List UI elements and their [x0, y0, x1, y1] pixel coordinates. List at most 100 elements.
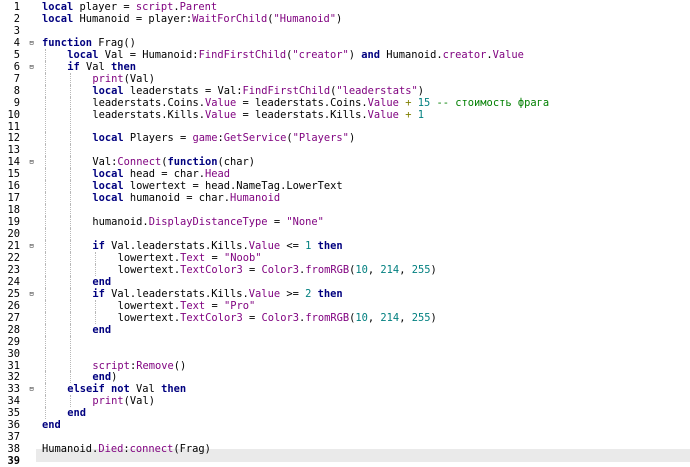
code-token: "Players": [292, 132, 349, 145]
code-token: "Humanoid": [273, 12, 337, 25]
fold-toggle-icon[interactable]: ⊟: [28, 240, 35, 252]
code-token: local: [92, 84, 124, 97]
line-number: 28: [7, 323, 20, 336]
code-token: then: [110, 60, 137, 73]
code-token: end: [92, 371, 112, 384]
code-line[interactable]: humanoid.DisplayDistanceType = "None": [36, 216, 690, 228]
code-line[interactable]: print(Val): [36, 73, 690, 85]
line-number: 10: [7, 108, 20, 121]
code-line[interactable]: local lowertext = head.NameTag.LowerText: [36, 180, 690, 192]
code-line[interactable]: local leaderstats = Val:FindFirstChild("…: [36, 85, 690, 97]
code-line[interactable]: if Val then: [36, 61, 690, 73]
indent-guide: [45, 240, 46, 252]
code-token: Head: [205, 168, 231, 181]
code-token: Value: [492, 48, 524, 61]
code-line[interactable]: local Humanoid = player:WaitForChild("Hu…: [36, 13, 690, 25]
code-line[interactable]: [36, 336, 690, 348]
code-line[interactable]: if Val.leaderstats.Kills.Value <= 1 then: [36, 240, 690, 252]
indent-guide: [45, 275, 46, 288]
code-line[interactable]: local humanoid = char.Humanoid: [36, 192, 690, 204]
code-line[interactable]: local Players = game:GetService("Players…: [36, 132, 690, 144]
code-line[interactable]: end: [36, 407, 690, 419]
code-token: Val.leaderstats.Kills.: [104, 240, 249, 252]
code-line[interactable]: [36, 25, 690, 37]
code-line[interactable]: elseif not Val then: [36, 383, 690, 395]
code-token: lowertext.: [117, 311, 181, 324]
code-text-area[interactable]: local player = script.Parent local Humano…: [36, 0, 690, 464]
code-token: ): [417, 84, 424, 97]
indent-guide: [70, 311, 72, 324]
code-token: leaderstats.Kills.: [92, 108, 205, 121]
code-line[interactable]: [36, 204, 690, 216]
indent-guide: [45, 359, 46, 372]
code-line[interactable]: function Frag(): [36, 37, 690, 49]
fold-toggle-icon[interactable]: ⊟: [28, 61, 35, 73]
code-line[interactable]: print(Val): [36, 395, 690, 407]
code-token: Humanoid.: [380, 48, 443, 61]
code-line[interactable]: [36, 144, 690, 156]
indent-guide: [70, 72, 72, 85]
indent-guide: [45, 60, 46, 73]
code-token: then: [317, 287, 343, 300]
fold-toggle-icon[interactable]: ⊟: [28, 37, 35, 49]
code-token: (Frag): [173, 443, 211, 456]
code-line[interactable]: end: [36, 324, 690, 336]
line-number: 30: [7, 347, 20, 360]
code-line[interactable]: end: [36, 276, 690, 288]
code-token: ): [336, 12, 343, 25]
indent-guide: [70, 144, 72, 157]
indent-guide: [70, 371, 72, 384]
code-token: TextColor3: [180, 263, 243, 276]
code-line[interactable]: [36, 431, 690, 443]
indent-guide: [45, 216, 46, 229]
code-line[interactable]: Humanoid.Died:connect(Frag): [36, 443, 690, 455]
line-number: 12: [7, 132, 20, 145]
code-token: 255: [411, 263, 431, 276]
indent-guide: [95, 299, 97, 312]
code-line[interactable]: local head = char.Head: [36, 168, 690, 180]
code-line[interactable]: lowertext.TextColor3 = Color3.fromRGB(10…: [36, 264, 690, 276]
code-line[interactable]: local Val = Humanoid:FindFirstChild("cre…: [36, 49, 690, 61]
code-line[interactable]: lowertext.Text = "Noob": [36, 252, 690, 264]
code-line[interactable]: [36, 228, 690, 240]
code-token: Text: [180, 251, 206, 264]
code-token: local: [67, 48, 99, 61]
code-token: Val = Humanoid:: [98, 48, 199, 61]
indent-guide: [45, 48, 46, 61]
code-editor[interactable]: 1 2 3 4 ⊟ 5 6 ⊟ 7 8 9 10 11 12 13 14 ⊟ 15 16 17 18 19 20 21 ⊟ 22 2…: [0, 0, 690, 467]
indent-guide: [45, 371, 46, 384]
code-token: ): [111, 371, 118, 384]
fold-toggle-icon[interactable]: ⊟: [28, 288, 35, 300]
code-line[interactable]: lowertext.Text = "Pro": [36, 300, 690, 312]
code-line[interactable]: Val:Connect(function(char): [36, 156, 690, 168]
line-number: 17: [7, 192, 20, 205]
code-token: 255: [411, 311, 431, 324]
line-number: 36: [7, 419, 20, 432]
indent-guide: [70, 96, 72, 109]
indent-guide: [70, 204, 72, 217]
code-token: head = char.: [123, 168, 205, 181]
code-line[interactable]: leaderstats.Coins.Value = leaderstats.Co…: [36, 97, 690, 109]
indent-guide: [70, 84, 72, 97]
code-token: lowertext.: [117, 251, 181, 264]
code-token: TextColor3: [180, 311, 243, 324]
line-number: 34: [7, 395, 20, 408]
code-token: connect: [129, 443, 174, 456]
code-line[interactable]: local player = script.Parent: [36, 1, 690, 13]
code-line[interactable]: [36, 455, 690, 467]
fold-toggle-icon[interactable]: ⊟: [28, 156, 35, 168]
code-line[interactable]: [36, 348, 690, 360]
indent-guide: [70, 120, 72, 133]
code-line[interactable]: [36, 121, 690, 133]
code-line[interactable]: if Val.leaderstats.Kills.Value >= 2 then: [36, 288, 690, 300]
code-token: ,: [399, 263, 412, 276]
code-line[interactable]: script:Remove(): [36, 360, 690, 372]
code-token: GetService: [223, 132, 287, 145]
code-line[interactable]: end): [36, 371, 690, 383]
indent-guide: [70, 228, 72, 240]
fold-toggle-icon[interactable]: ⊟: [28, 383, 35, 395]
code-line[interactable]: leaderstats.Kills.Value = leaderstats.Ki…: [36, 109, 690, 121]
code-line[interactable]: lowertext.TextColor3 = Color3.fromRGB(10…: [36, 312, 690, 324]
code-line[interactable]: end: [36, 419, 690, 431]
code-token: then: [161, 383, 187, 396]
